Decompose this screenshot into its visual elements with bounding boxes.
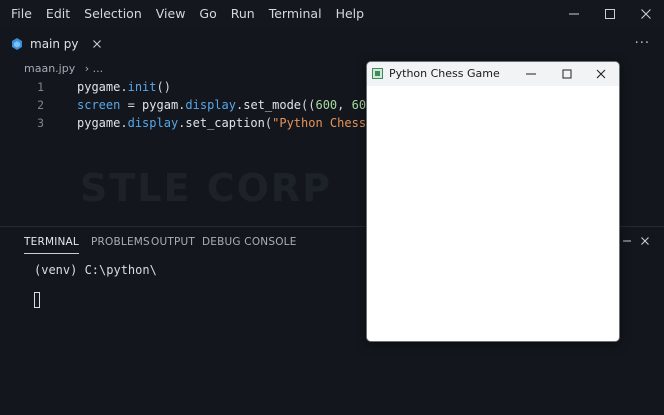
maximize-icon	[562, 69, 572, 79]
code-token: pygame	[77, 116, 121, 130]
code-token: display	[127, 116, 179, 130]
tab-terminal[interactable]: TERMINAL	[24, 230, 79, 254]
code-line: 1 pygame.init()	[0, 78, 171, 96]
tab-debug-console[interactable]: DEBUG CONSOLE	[202, 230, 297, 254]
code-token: .	[120, 80, 128, 94]
minimize-button[interactable]	[556, 0, 592, 28]
code-line: 2 screen = pygam.display.set_mode((600, …	[0, 96, 388, 114]
maximize-icon	[605, 9, 615, 19]
code-token: ((	[301, 98, 316, 112]
pygame-close-button[interactable]	[583, 62, 619, 86]
tab-problems[interactable]: PROBLEMS	[91, 230, 150, 254]
line-number: 2	[37, 98, 44, 112]
code-token: set_mode	[243, 98, 302, 112]
code-token: display	[185, 98, 236, 112]
close-icon	[596, 69, 606, 79]
more-actions-icon[interactable]: ···	[635, 36, 650, 51]
code-token: .	[120, 116, 128, 130]
pygame-window[interactable]: Python Chess Game	[366, 61, 620, 342]
python-file-icon	[12, 38, 22, 50]
menu-view[interactable]: View	[149, 0, 193, 28]
breadcrumb: maan.jpy › ...	[24, 62, 109, 75]
menu-edit[interactable]: Edit	[39, 0, 77, 28]
breadcrumb-file[interactable]: maan.jpy	[24, 62, 75, 75]
menu-help[interactable]: Help	[329, 0, 372, 28]
close-panel-icon[interactable]	[640, 236, 650, 246]
line-number: 3	[37, 116, 44, 130]
panel-controls	[622, 236, 650, 246]
menu-go[interactable]: Go	[192, 0, 223, 28]
code-token: ,	[337, 98, 352, 112]
code-token: ()	[156, 80, 171, 94]
code-token: =	[120, 98, 143, 112]
code-text: pygame.display.set_caption("Python Chess…	[77, 116, 388, 130]
pygame-window-title: Python Chess Game	[389, 67, 500, 80]
pygame-minimize-button[interactable]	[513, 62, 549, 86]
code-token: screen	[77, 98, 121, 112]
tab-close-icon[interactable]	[90, 37, 104, 51]
code-token: 600	[315, 98, 338, 112]
pygame-canvas[interactable]	[367, 86, 619, 341]
code-text: screen = pygam.display.set_mode((600, 60…	[77, 98, 388, 112]
menu-run[interactable]: Run	[224, 0, 262, 28]
code-text: pygame.init()	[77, 80, 171, 94]
tab-main-py[interactable]: main py	[10, 30, 110, 58]
code-token: pygame	[77, 80, 121, 94]
editor-tab-bar: main py ···	[0, 30, 664, 58]
pygame-titlebar[interactable]: Python Chess Game	[367, 62, 619, 86]
menu-terminal[interactable]: Terminal	[262, 0, 329, 28]
pygame-maximize-button[interactable]	[549, 62, 585, 86]
minimize-icon	[526, 73, 536, 75]
pygame-app-icon	[372, 68, 383, 79]
code-token: init	[127, 80, 157, 94]
menu-file[interactable]: File	[0, 0, 39, 28]
close-icon	[641, 9, 651, 19]
tab-output[interactable]: OUTPUT	[151, 230, 195, 254]
terminal-prompt: (venv) C:\python\	[34, 263, 157, 277]
watermark-text: STLE CORP	[80, 166, 332, 210]
tab-label: main py	[30, 37, 79, 51]
maximize-button[interactable]	[592, 0, 628, 28]
minimize-panel-icon[interactable]	[622, 236, 632, 246]
code-line: 3 pygame.display.set_caption("Python Che…	[0, 114, 388, 132]
code-token: set_caption	[185, 116, 265, 130]
close-window-button[interactable]	[628, 0, 664, 28]
breadcrumb-symbols[interactable]: › ...	[85, 62, 103, 75]
minimize-icon	[569, 13, 579, 15]
window-controls	[556, 0, 664, 28]
code-token: pygam	[142, 98, 179, 112]
menu-selection[interactable]: Selection	[77, 0, 149, 28]
terminal-cursor	[34, 292, 40, 308]
line-number: 1	[37, 80, 44, 94]
